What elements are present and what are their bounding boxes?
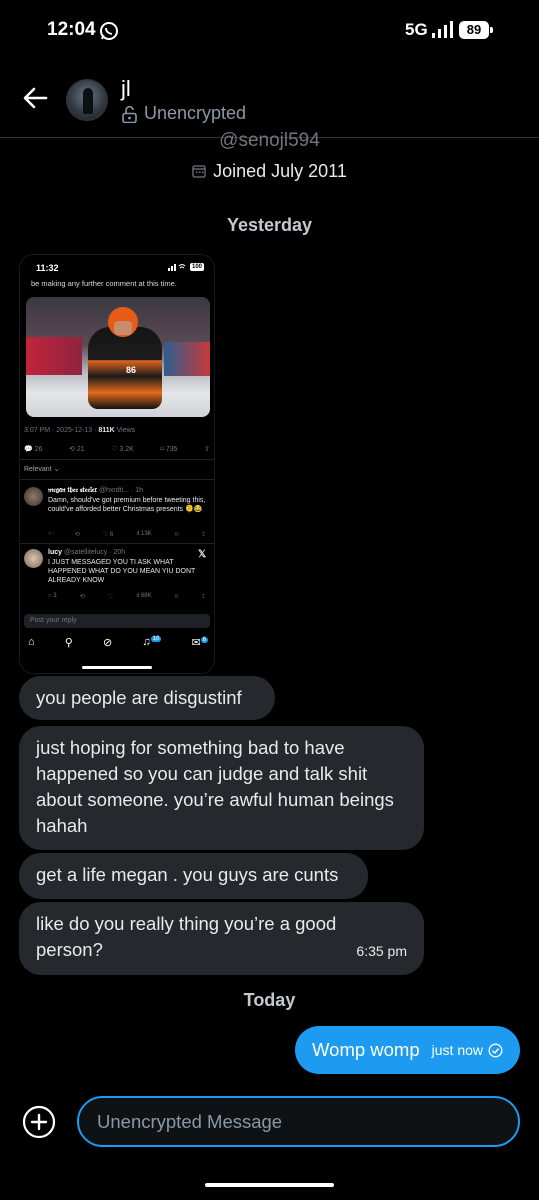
- message-timestamp: just now: [431, 1042, 483, 1058]
- shot-tweet-meta: 3:07 PM · 2025-12-13 · 811K Views: [24, 427, 136, 434]
- shared-screenshot-image[interactable]: 11:32 100 be making any further comment …: [19, 254, 215, 674]
- message-composer: [0, 1094, 539, 1150]
- battery-level: 89: [459, 21, 489, 39]
- encryption-status: Unencrypted: [144, 103, 247, 123]
- shot-relevant-filter: Relevant ⌄: [24, 466, 60, 473]
- shot-bottom-nav: ⌂ ⚲ ⊘ ♫ 10 ✉ 6: [28, 636, 208, 649]
- sent-check-icon: [488, 1043, 503, 1057]
- avatar[interactable]: [66, 79, 108, 121]
- message-timestamp: 6:35 pm: [356, 943, 407, 959]
- message-input[interactable]: [77, 1096, 520, 1147]
- contact-name[interactable]: jl: [121, 76, 131, 102]
- shot-reply: lucy @satellitelucy · 20h 𝕏 I JUST MESSA…: [24, 549, 210, 609]
- message-text: get a life megan . you guys are cunts: [36, 864, 339, 885]
- whatsapp-icon: [100, 22, 118, 40]
- message-text: Womp womp: [312, 1039, 420, 1060]
- chat-header: jl Unencrypted: [0, 62, 539, 138]
- shot-battery: 100: [190, 263, 204, 271]
- incoming-message[interactable]: like do you really thing you’re a good p…: [19, 902, 424, 975]
- status-bar: 12:04 5G 89: [0, 0, 539, 62]
- incoming-message[interactable]: you people are disgustinf: [19, 676, 275, 720]
- message-text: you people are disgustinf: [36, 687, 242, 708]
- hockey-player-photo: 86: [26, 297, 210, 417]
- day-divider-yesterday: Yesterday: [226, 215, 313, 235]
- signal-icon: [432, 21, 453, 38]
- shot-tweet-text: be making any further comment at this ti…: [31, 279, 177, 288]
- message-text: like do you really thing you’re a good p…: [36, 913, 337, 960]
- shot-signal-icon: [168, 264, 186, 271]
- profile-handle: @senojl594: [219, 130, 320, 151]
- unlocked-icon: [122, 106, 137, 123]
- day-divider-today: Today: [243, 990, 296, 1010]
- shot-status-time: 11:32: [36, 263, 59, 273]
- outgoing-message[interactable]: Womp womp just now: [295, 1026, 520, 1074]
- network-type: 5G: [405, 20, 428, 39]
- joined-text: Joined July 2011: [213, 161, 347, 181]
- incoming-message[interactable]: just hoping for something bad to have ha…: [19, 726, 424, 850]
- battery-icon: 89: [459, 21, 493, 39]
- home-indicator[interactable]: [205, 1183, 334, 1187]
- status-time: 12:04: [47, 19, 96, 40]
- shot-reply: 𝔪𝔢𝔤𝔞𝔫 𝔱𝔥𝔢𝔢 𝔰𝔱𝔢𝔢𝔩𝔢𝔯 @hxrdti... · 1h Damn,…: [24, 487, 210, 543]
- shot-reply-input: Post your reply: [24, 614, 210, 628]
- incoming-message[interactable]: get a life megan . you guys are cunts: [19, 853, 368, 899]
- add-attachment-icon[interactable]: [22, 1105, 56, 1139]
- calendar-icon: [192, 165, 206, 178]
- message-text: just hoping for something bad to have ha…: [36, 737, 394, 836]
- back-arrow-icon[interactable]: [22, 86, 48, 110]
- shot-tweet-stats: 💬 26 ⟲ 21 ♡ 3.2K ⌑ 735 ⇪: [24, 446, 210, 453]
- profile-joined: Joined July 2011: [0, 161, 539, 182]
